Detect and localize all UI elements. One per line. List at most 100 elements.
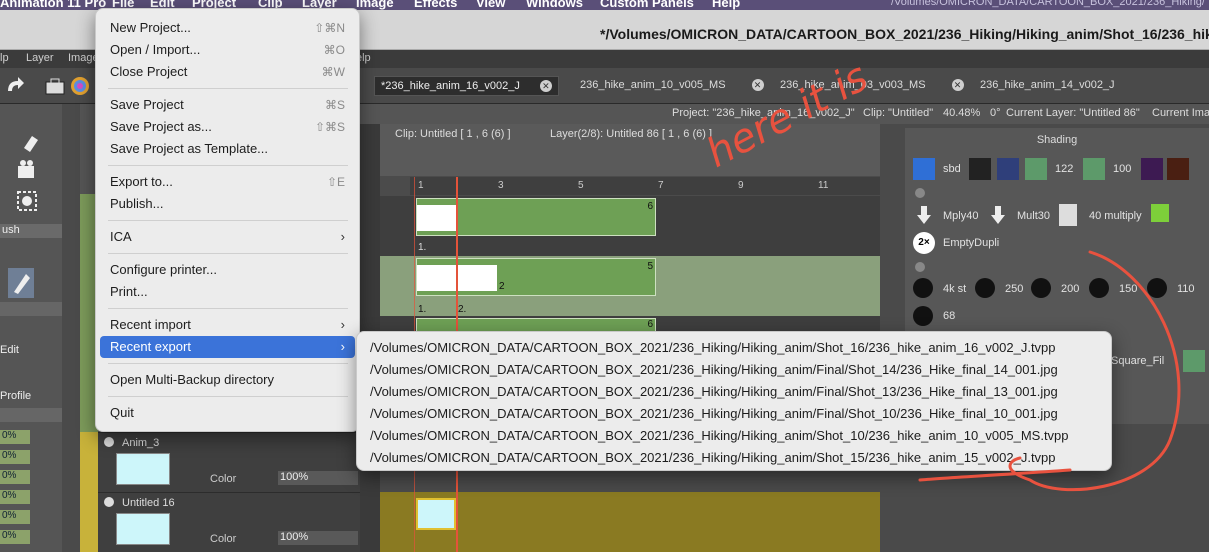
color-wheel-icon[interactable] <box>70 76 90 96</box>
brush-size-dot[interactable] <box>913 278 933 298</box>
frame-cell[interactable] <box>416 498 456 530</box>
tab-doc-4[interactable]: 236_hike_anim_14_v002_J <box>974 76 1121 96</box>
brush-preset-icon[interactable] <box>913 158 935 180</box>
toolbox-icon[interactable] <box>44 76 66 96</box>
opacity-chip[interactable]: 0% <box>0 450 30 464</box>
layer-thumbnail <box>116 513 170 545</box>
clip-block[interactable]: 6 <box>416 318 656 332</box>
redo-icon[interactable] <box>4 74 26 96</box>
close-icon[interactable]: ✕ <box>539 80 552 92</box>
menu-item-open-multi-backup[interactable]: Open Multi-Backup directory <box>100 369 355 391</box>
menu-item-close-project[interactable]: Close Project ⌘W <box>100 61 355 83</box>
menu-item-export-to[interactable]: Export to... ⇧E <box>100 171 355 193</box>
clip-end-label: 6 <box>647 201 653 212</box>
menu-item-publish[interactable]: Publish... <box>100 193 355 215</box>
fx-icon[interactable] <box>1151 204 1169 222</box>
edit-label[interactable]: Edit <box>0 344 62 356</box>
recent-export-item[interactable]: /Volumes/OMICRON_DATA/CARTOON_BOX_2021/2… <box>361 381 1107 403</box>
collapse-icon[interactable] <box>915 262 925 272</box>
brush-size-dot[interactable] <box>1031 278 1051 298</box>
bucket-icon[interactable] <box>1059 204 1077 226</box>
down-arrow-icon[interactable] <box>915 204 933 226</box>
menu-item-recent-export[interactable]: Recent export › <box>100 336 355 358</box>
collapse-icon[interactable] <box>104 497 114 507</box>
down-arrow-icon[interactable] <box>989 204 1007 226</box>
opacity-chip[interactable]: 0% <box>0 510 30 524</box>
menu-item-quit[interactable]: Quit <box>100 402 355 424</box>
close-icon[interactable]: ✕ <box>951 79 964 91</box>
dropdown-field[interactable] <box>0 302 62 316</box>
recent-export-item[interactable]: /Volumes/OMICRON_DATA/CARTOON_BOX_2021/2… <box>361 403 1107 425</box>
clip-block[interactable]: 2 5 <box>416 258 656 296</box>
menu-image[interactable]: Image <box>356 0 394 10</box>
recent-export-item[interactable]: /Volumes/OMICRON_DATA/CARTOON_BOX_2021/2… <box>361 337 1107 359</box>
menu-item-label: Open Multi-Backup directory <box>110 372 275 387</box>
color-swatch[interactable] <box>997 158 1019 180</box>
collapse-icon[interactable] <box>104 437 114 447</box>
menu-item-configure-printer[interactable]: Configure printer... <box>100 259 355 281</box>
recent-export-item[interactable]: /Volumes/OMICRON_DATA/CARTOON_BOX_2021/2… <box>361 447 1107 469</box>
opacity-chip[interactable]: 0% <box>0 490 30 504</box>
layer-row[interactable]: Anim_3 Color 100% <box>98 432 360 492</box>
menu-view[interactable]: View <box>476 0 505 10</box>
menu-effects[interactable]: Effects <box>414 0 457 10</box>
brush-size-dot[interactable] <box>975 278 995 298</box>
selection-icon[interactable] <box>16 190 38 212</box>
menu-custom-panels[interactable]: Custom Panels <box>600 0 694 10</box>
menu-item-save-project-as[interactable]: Save Project as... ⇧⌘S <box>100 116 355 138</box>
brush-tool-icon[interactable] <box>8 268 34 298</box>
menu-item-recent-import[interactable]: Recent import › <box>100 314 355 336</box>
timeline-track[interactable]: 2 5 1. 2. <box>380 256 880 316</box>
duplicate-icon[interactable]: 2× <box>913 232 935 254</box>
timeline-ruler[interactable]: 1 3 5 7 9 11 <box>410 177 880 195</box>
tab-doc-2[interactable]: 236_hike_anim_10_v005_MS ✕ <box>574 76 770 96</box>
timeline-track[interactable] <box>380 492 880 552</box>
brush-preset-icon[interactable] <box>1025 158 1047 180</box>
menu-help[interactable]: Help <box>712 0 740 10</box>
layer-opacity[interactable]: 100% <box>278 471 358 485</box>
color-swatch[interactable] <box>1141 158 1163 180</box>
eraser-icon[interactable] <box>20 132 42 154</box>
recent-export-item[interactable]: /Volumes/OMICRON_DATA/CARTOON_BOX_2021/2… <box>361 425 1107 447</box>
frame-cell[interactable] <box>417 205 457 231</box>
tab-doc-3[interactable]: 236_hike_anim_03_v003_MS ✕ <box>774 76 970 96</box>
frame-cell[interactable] <box>417 265 457 291</box>
profile-select[interactable] <box>0 408 62 422</box>
collapse-icon[interactable] <box>915 188 925 198</box>
brush-preset-icon[interactable] <box>1083 158 1105 180</box>
frame-cell[interactable] <box>457 265 497 291</box>
menu-separator <box>108 253 348 254</box>
menu-item-save-project[interactable]: Save Project ⌘S <box>100 94 355 116</box>
menu-shortcut: ⌘S <box>324 98 345 112</box>
shading-title: Shading <box>1036 134 1078 146</box>
recent-export-item[interactable]: /Volumes/OMICRON_DATA/CARTOON_BOX_2021/2… <box>361 359 1107 381</box>
preset-label: Mply40 <box>943 210 979 222</box>
menu-item-open-import[interactable]: Open / Import... ⌘O <box>100 39 355 61</box>
menu-item-new-project[interactable]: New Project... ⇧⌘N <box>100 17 355 39</box>
brush-panel-header[interactable]: ush <box>0 224 62 238</box>
opacity-chip[interactable]: 0% <box>0 430 30 444</box>
brush-preset-icon[interactable] <box>1183 350 1205 372</box>
camera-icon[interactable] <box>16 158 40 180</box>
app-menu-layer[interactable]: Layer <box>26 52 54 64</box>
brush-size-dot[interactable] <box>1089 278 1109 298</box>
layer-row[interactable]: Untitled 16 Color 100% <box>98 492 360 552</box>
app-menu-image[interactable]: Image <box>68 52 99 64</box>
menu-item-print[interactable]: Print... <box>100 281 355 303</box>
brush-size-dot[interactable] <box>1147 278 1167 298</box>
close-icon[interactable]: ✕ <box>751 79 764 91</box>
app-menu-help[interactable]: lp <box>0 52 9 64</box>
brush-size-dot[interactable] <box>913 306 933 326</box>
layer-opacity[interactable]: 100% <box>278 531 358 545</box>
opacity-chip[interactable]: 0% <box>0 530 30 544</box>
color-swatch[interactable] <box>1167 158 1189 180</box>
menu-item-ica[interactable]: ICA › <box>100 226 355 248</box>
menu-item-save-as-template[interactable]: Save Project as Template... <box>100 138 355 160</box>
timeline-track[interactable]: 6 1. <box>380 196 880 256</box>
clip-block[interactable]: 6 <box>416 198 656 236</box>
menu-windows[interactable]: Windows <box>526 0 583 10</box>
app-name-menu[interactable]: Animation 11 Pro <box>0 0 106 10</box>
brush-preset-icon[interactable] <box>969 158 991 180</box>
tab-doc-1[interactable]: *236_hike_anim_16_v002_J ✕ <box>374 76 559 96</box>
opacity-chip[interactable]: 0% <box>0 470 30 484</box>
